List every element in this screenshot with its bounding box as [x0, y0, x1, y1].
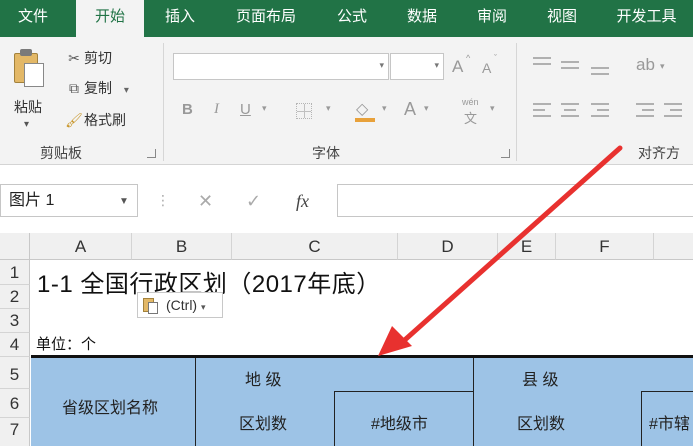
arrow-shaft [395, 145, 623, 349]
annotation-arrow [378, 145, 623, 356]
arrow-head [378, 326, 412, 356]
